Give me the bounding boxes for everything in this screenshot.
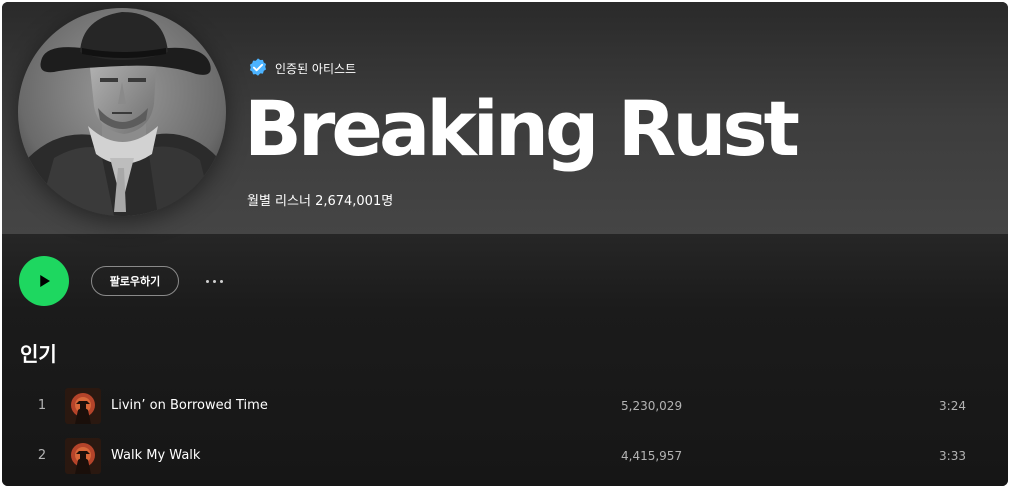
- artist-name-title: Breaking Rust: [244, 84, 800, 173]
- track-duration: 3:24: [939, 399, 966, 413]
- popular-section-title: 인기: [20, 342, 57, 366]
- track-row[interactable]: 2 Walk My Walk 4,415,957 3:33: [10, 432, 1000, 480]
- track-play-count: 5,230,029: [621, 399, 683, 413]
- play-button[interactable]: [19, 256, 69, 306]
- track-cover-art: [65, 438, 101, 474]
- track-row[interactable]: 1 Livin’ on Borrowed Time 5,230,029 3:24: [10, 382, 1000, 430]
- track-title[interactable]: Livin’ on Borrowed Time: [111, 382, 268, 430]
- artist-avatar: [18, 8, 226, 216]
- track-number: 1: [37, 398, 47, 413]
- more-options-icon: [205, 279, 209, 283]
- track-duration: 3:33: [939, 449, 966, 463]
- monthly-listeners: 월별 리스너 2,674,001명: [247, 194, 394, 209]
- follow-button[interactable]: 팔로우하기: [91, 266, 179, 296]
- more-options-icon: [219, 279, 223, 283]
- track-cover-art: [65, 388, 101, 424]
- track-number: 2: [37, 448, 47, 463]
- more-options-button[interactable]: [200, 270, 228, 292]
- artist-portrait-image: [18, 8, 226, 216]
- artist-page: 인증된 아티스트 Breaking Rust 월별 리스너 2,674,001명…: [2, 2, 1008, 486]
- album-cover-image: [65, 388, 101, 424]
- play-icon: [40, 275, 50, 287]
- more-options-icon: [212, 279, 216, 283]
- track-play-count: 4,415,957: [621, 449, 683, 463]
- album-cover-image: [65, 438, 101, 474]
- track-title[interactable]: Walk My Walk: [111, 432, 200, 480]
